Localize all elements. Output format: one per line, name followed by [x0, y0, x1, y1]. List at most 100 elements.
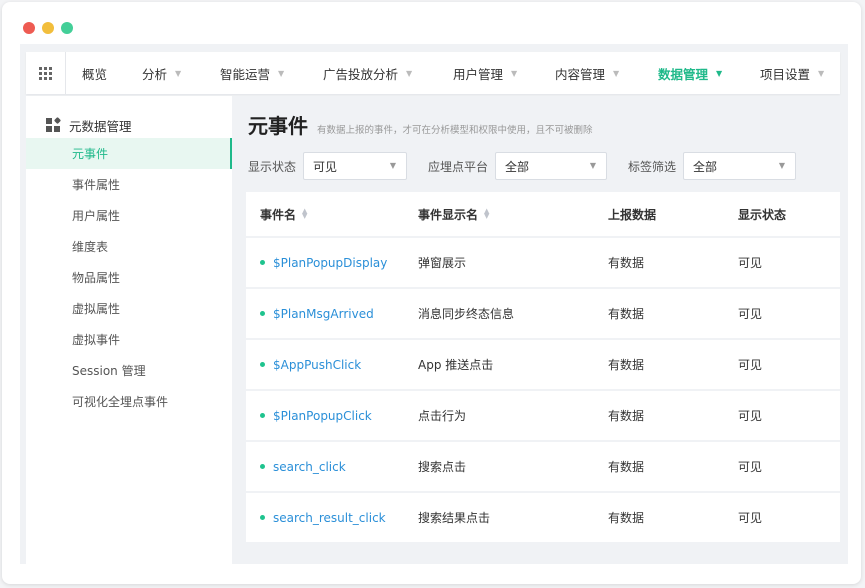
- column-label: 显示状态: [738, 207, 787, 222]
- reported-data-value: 有数据: [608, 256, 645, 270]
- status-dot-icon: [260, 311, 265, 316]
- event-name-link[interactable]: search_result_click: [273, 511, 386, 525]
- event-name-link[interactable]: $PlanMsgArrived: [273, 307, 374, 321]
- reported-data-value: 有数据: [608, 307, 645, 321]
- platform-value: 全部: [505, 159, 530, 174]
- event-name-cell[interactable]: $PlanMsgArrived: [260, 289, 374, 338]
- nav-item-label: 分析: [142, 66, 168, 82]
- nav-item-ad-analysis[interactable]: 广告投放分析 ▼: [307, 52, 412, 94]
- display-status-value: 可见: [313, 159, 338, 174]
- app-window: 概览 分析 ▼ 智能运营 ▼ 广告投放分析 ▼ 用户管理 ▼ 内容管理 ▼ 数据…: [2, 2, 861, 584]
- table-row: $AppPushClick App 推送点击 有数据 可见: [246, 340, 840, 391]
- event-name-link[interactable]: $PlanPopupDisplay: [273, 256, 387, 270]
- window-controls: [23, 22, 73, 34]
- sidebar-item-visual-tracking-events[interactable]: 可视化全埋点事件: [26, 386, 232, 417]
- platform-select[interactable]: 全部 ▼: [495, 152, 607, 180]
- events-table: 事件名 ▲ ▼ 事件显示名 ▲ ▼ 上报数据 显示状态 $PlanPopupDi…: [246, 192, 840, 544]
- chevron-down-icon: ▼: [589, 161, 596, 170]
- sidebar-item-label: Session 管理: [72, 364, 146, 378]
- status-dot-icon: [260, 362, 265, 367]
- page-title: 元事件: [248, 114, 308, 138]
- sidebar-item-event-properties[interactable]: 事件属性: [26, 169, 232, 200]
- sidebar-item-session-management[interactable]: Session 管理: [26, 355, 232, 386]
- sidebar-item-label: 事件属性: [72, 178, 121, 192]
- metadata-icon: [46, 116, 62, 132]
- tag-filter-label: 标签筛选: [628, 160, 677, 174]
- event-name-cell[interactable]: $PlanPopupDisplay: [260, 238, 387, 287]
- sidebar-header-label: 元数据管理: [69, 118, 132, 134]
- event-name-link[interactable]: search_click: [273, 460, 346, 474]
- sidebar: 元数据管理 元事件 事件属性 用户属性 维度表 物品属性 虚拟属性 虚拟事件 S…: [26, 96, 232, 564]
- reported-data-value: 有数据: [608, 511, 645, 525]
- event-name-cell[interactable]: $AppPushClick: [260, 340, 361, 389]
- sidebar-item-item-properties[interactable]: 物品属性: [26, 262, 232, 293]
- chevron-down-icon: ▼: [389, 161, 396, 170]
- nav-item-smart-ops[interactable]: 智能运营 ▼: [204, 52, 284, 94]
- nav-item-overview[interactable]: 概览: [66, 52, 107, 94]
- status-dot-icon: [260, 515, 265, 520]
- sidebar-item-meta-events[interactable]: 元事件: [26, 138, 232, 169]
- column-header-reported-data: 上报数据: [608, 192, 656, 236]
- event-display-name: App 推送点击: [418, 358, 494, 372]
- platform-label: 应埋点平台: [428, 160, 489, 174]
- sidebar-item-label: 虚拟事件: [72, 333, 121, 347]
- close-window-icon[interactable]: [23, 22, 35, 34]
- sidebar-item-label: 用户属性: [72, 209, 121, 223]
- event-name-cell[interactable]: search_click: [260, 442, 346, 491]
- sidebar-item-label: 维度表: [72, 240, 109, 254]
- table-row: $PlanMsgArrived 消息同步终态信息 有数据 可见: [246, 289, 840, 340]
- event-display-name: 搜索结果点击: [418, 511, 491, 525]
- status-dot-icon: [260, 260, 265, 265]
- chevron-down-icon: ▼: [278, 68, 285, 78]
- display-status-value: 可见: [738, 409, 763, 423]
- event-display-name: 消息同步终态信息: [418, 307, 515, 321]
- event-name-cell[interactable]: search_result_click: [260, 493, 386, 542]
- event-name-link[interactable]: $PlanPopupClick: [273, 409, 372, 423]
- status-dot-icon: [260, 413, 265, 418]
- display-status-value: 可见: [738, 358, 763, 372]
- app-body: 概览 分析 ▼ 智能运营 ▼ 广告投放分析 ▼ 用户管理 ▼ 内容管理 ▼ 数据…: [20, 44, 848, 564]
- nav-item-data-management[interactable]: 数据管理 ▼: [642, 52, 722, 94]
- display-status-value: 可见: [738, 511, 763, 525]
- display-status-select[interactable]: 可见 ▼: [303, 152, 407, 180]
- display-status-label: 显示状态: [248, 160, 297, 174]
- nav-item-label: 内容管理: [555, 66, 606, 82]
- column-header-display-name[interactable]: 事件显示名 ▲ ▼: [418, 192, 489, 236]
- sidebar-item-dimension-tables[interactable]: 维度表: [26, 231, 232, 262]
- display-status-value: 可见: [738, 307, 763, 321]
- tag-filter-value: 全部: [693, 159, 718, 174]
- sidebar-item-label: 元事件: [72, 147, 109, 161]
- table-header: 事件名 ▲ ▼ 事件显示名 ▲ ▼ 上报数据 显示状态: [246, 192, 840, 238]
- sidebar-item-label: 物品属性: [72, 271, 121, 285]
- nav-item-analysis[interactable]: 分析 ▼: [126, 52, 181, 94]
- reported-data-value: 有数据: [608, 460, 645, 474]
- chevron-down-icon: ▼: [778, 161, 785, 170]
- sidebar-item-label: 可视化全埋点事件: [72, 395, 169, 409]
- sidebar-item-user-properties[interactable]: 用户属性: [26, 200, 232, 231]
- nav-item-label: 概览: [82, 66, 108, 82]
- minimize-window-icon[interactable]: [42, 22, 54, 34]
- column-header-display-status: 显示状态: [738, 192, 786, 236]
- sort-icon[interactable]: ▲ ▼: [484, 208, 489, 220]
- sort-icon[interactable]: ▲ ▼: [302, 208, 307, 220]
- maximize-window-icon[interactable]: [61, 22, 73, 34]
- apps-grid-icon[interactable]: [26, 52, 66, 94]
- event-name-cell[interactable]: $PlanPopupClick: [260, 391, 372, 440]
- sidebar-item-virtual-events[interactable]: 虚拟事件: [26, 324, 232, 355]
- table-row: search_result_click 搜索结果点击 有数据 可见: [246, 493, 840, 544]
- sidebar-item-label: 虚拟属性: [72, 302, 121, 316]
- page-subtitle: 有数据上报的事件，才可在分析模型和权限中使用，且不可被删除: [317, 125, 593, 136]
- nav-item-label: 用户管理: [453, 66, 504, 82]
- nav-item-project-settings[interactable]: 项目设置 ▼: [744, 52, 824, 94]
- nav-item-content-management[interactable]: 内容管理 ▼: [539, 52, 619, 94]
- tag-filter-select[interactable]: 全部 ▼: [683, 152, 796, 180]
- page-header: 元事件 有数据上报的事件，才可在分析模型和权限中使用，且不可被删除: [248, 110, 593, 139]
- sidebar-item-virtual-properties[interactable]: 虚拟属性: [26, 293, 232, 324]
- column-header-event-name[interactable]: 事件名 ▲ ▼: [260, 192, 307, 236]
- event-display-name: 弹窗展示: [418, 256, 467, 270]
- nav-item-user-management[interactable]: 用户管理 ▼: [437, 52, 517, 94]
- nav-item-label: 数据管理: [658, 66, 709, 82]
- column-label: 上报数据: [608, 207, 657, 222]
- nav-item-label: 项目设置: [760, 66, 811, 82]
- event-name-link[interactable]: $AppPushClick: [273, 358, 361, 372]
